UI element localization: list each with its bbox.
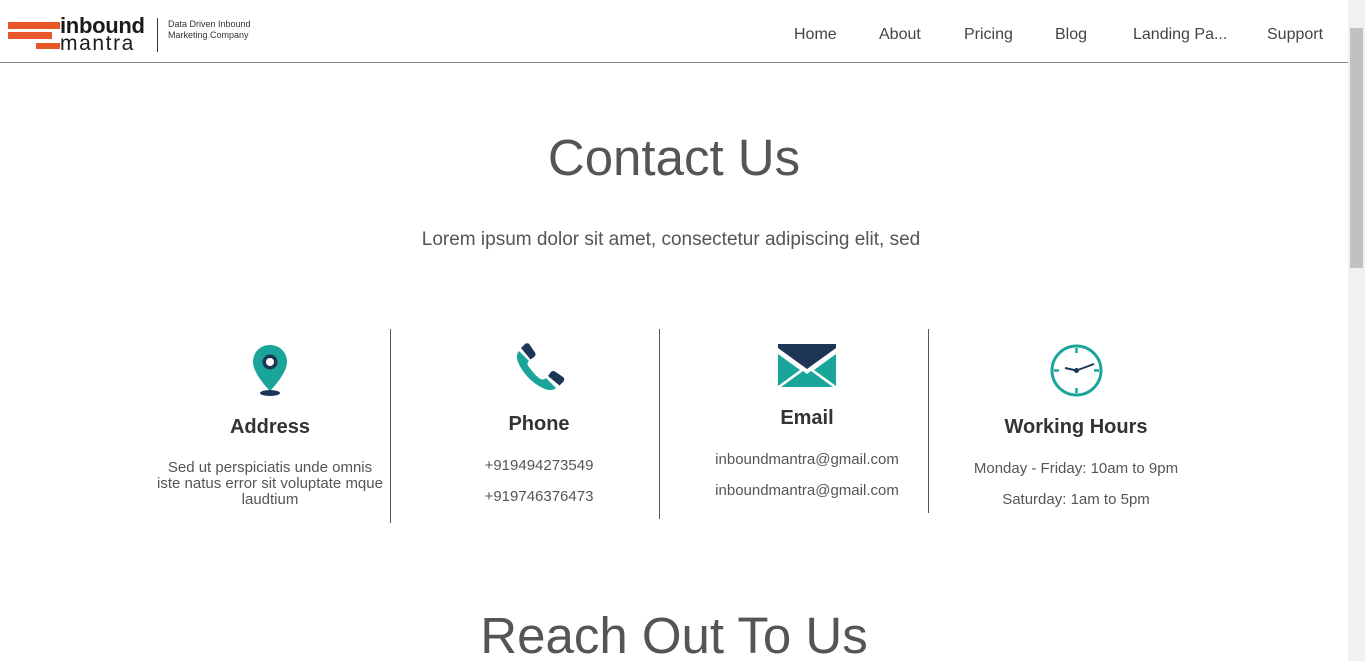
email-address-2[interactable]: inboundmantra@gmail.com xyxy=(692,482,922,499)
phone-number-1[interactable]: +919494273549 xyxy=(424,457,654,474)
working-hours-saturday: Saturday: 1am to 5pm xyxy=(1002,491,1150,508)
nav-support[interactable]: Support xyxy=(1267,26,1323,44)
address-text: Sed ut perspiciatis unde omnis iste natu… xyxy=(157,459,383,508)
column-divider xyxy=(659,329,660,519)
working-hours-weekday: Monday - Friday: 10am to 9pm xyxy=(973,460,1179,477)
contact-card-working-hours: Working Hours Monday - Friday: 10am to 9… xyxy=(961,340,1191,530)
scrollbar-thumb[interactable] xyxy=(1350,28,1363,268)
contact-card-email: Email inboundmantra@gmail.com inboundman… xyxy=(692,340,922,530)
email-address-1[interactable]: inboundmantra@gmail.com xyxy=(692,451,922,468)
envelope-icon xyxy=(778,344,836,387)
phone-heading: Phone xyxy=(508,413,570,435)
contact-card-address: Address Sed ut perspiciatis unde omnis i… xyxy=(155,340,385,530)
page-title: Contact Us xyxy=(547,129,801,186)
column-divider xyxy=(390,329,391,523)
nav-pricing[interactable]: Pricing xyxy=(964,26,1013,44)
phone-number-2[interactable]: +919746376473 xyxy=(424,488,654,505)
nav-about[interactable]: About xyxy=(879,26,921,44)
address-heading: Address xyxy=(229,416,311,438)
logo-divider xyxy=(157,18,158,52)
clock-icon xyxy=(1050,344,1103,397)
page-subtitle: Lorem ipsum dolor sit amet, consectetur … xyxy=(421,229,921,250)
logo-word-mantra: mantra xyxy=(60,32,135,55)
email-heading: Email xyxy=(780,407,834,429)
page-scrollbar[interactable] xyxy=(1348,0,1365,661)
nav-landing-pages[interactable]: Landing Pa... xyxy=(1133,26,1227,44)
working-hours-heading: Working Hours xyxy=(1004,416,1148,438)
logo-tagline: Data Driven Inbound Marketing Company xyxy=(168,19,251,40)
reach-out-heading: Reach Out To Us xyxy=(480,607,868,664)
phone-icon xyxy=(516,343,565,391)
contact-card-phone: Phone +919494273549 +919746376473 xyxy=(424,340,654,530)
nav-home[interactable]: Home xyxy=(794,26,837,44)
site-header: inbound mantra Data Driven Inbound Marke… xyxy=(0,0,1348,63)
location-pin-icon xyxy=(253,345,287,396)
nav-blog[interactable]: Blog xyxy=(1055,26,1087,44)
column-divider xyxy=(928,329,929,513)
logo-bars-icon xyxy=(8,22,60,49)
